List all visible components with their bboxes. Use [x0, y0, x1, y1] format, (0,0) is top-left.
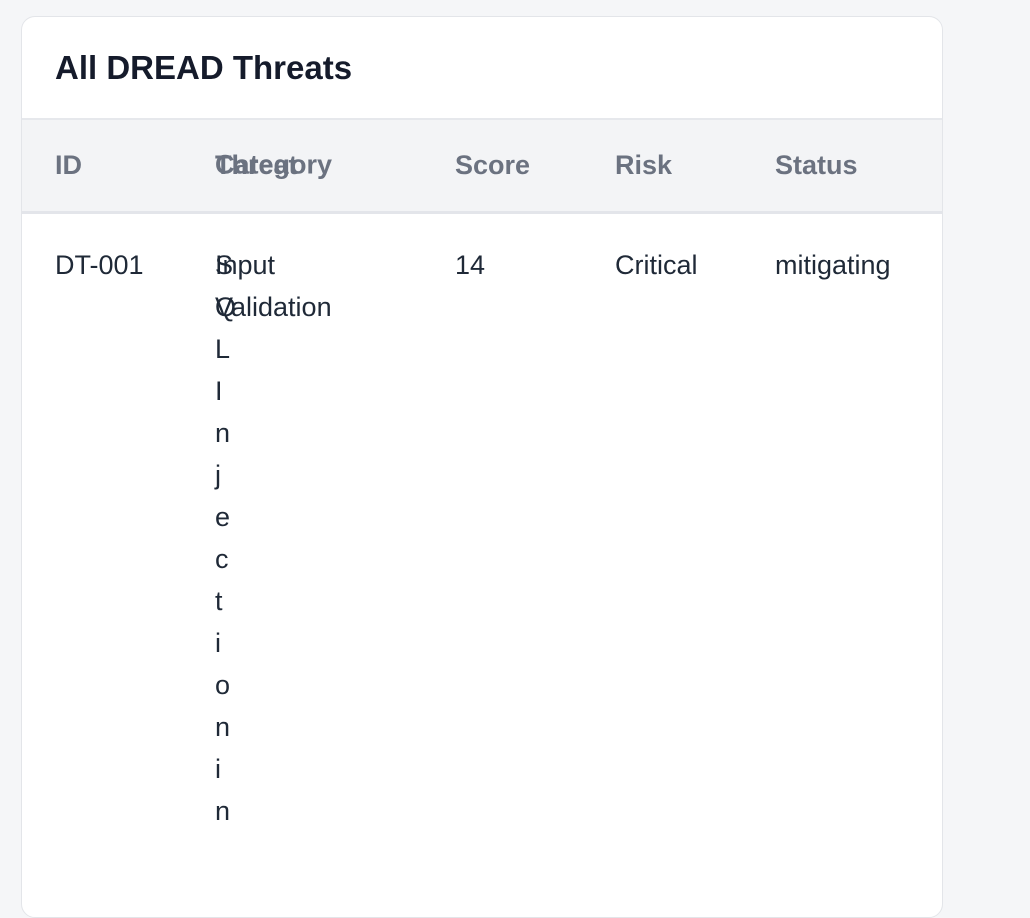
card-title: All DREAD Threats — [22, 17, 942, 120]
column-header-risk[interactable]: Risk — [582, 120, 742, 212]
threat-char: i — [215, 627, 221, 658]
threat-char: i — [215, 753, 221, 784]
table-header-row: ID Threat Category Score Risk Status — [22, 120, 942, 212]
threats-table: ID Threat Category Score Risk Status DT-… — [22, 120, 942, 832]
column-header-category: Category — [215, 149, 333, 180]
threat-char: t — [215, 585, 223, 616]
column-header-threat-category[interactable]: Threat Category — [182, 120, 422, 212]
threat-char: n — [215, 417, 231, 448]
threat-char: I — [215, 375, 223, 406]
column-header-score[interactable]: Score — [422, 120, 582, 212]
threats-card: All DREAD Threats ID Threat Category Sco… — [21, 16, 943, 918]
table-row[interactable]: DT-001 SQLInjectionin Input Validation 1… — [22, 212, 942, 832]
threat-char: n — [215, 795, 231, 826]
cell-id: DT-001 — [55, 249, 144, 280]
threat-char: j — [215, 459, 221, 490]
cell-category: Input Validation — [215, 249, 332, 322]
threat-char: L — [215, 333, 231, 364]
cell-risk: Critical — [615, 249, 698, 280]
cell-threat: SQLInjectionin — [215, 244, 422, 832]
threat-char: c — [215, 543, 229, 574]
cell-score: 14 — [455, 249, 486, 280]
cell-threat-category: SQLInjectionin Input Validation — [182, 212, 422, 832]
column-header-id[interactable]: ID — [22, 120, 182, 212]
threat-char: e — [215, 501, 231, 532]
column-header-status[interactable]: Status — [742, 120, 942, 212]
threat-char: n — [215, 711, 231, 742]
cell-status: mitigating — [775, 249, 891, 280]
threat-char: o — [215, 669, 231, 700]
